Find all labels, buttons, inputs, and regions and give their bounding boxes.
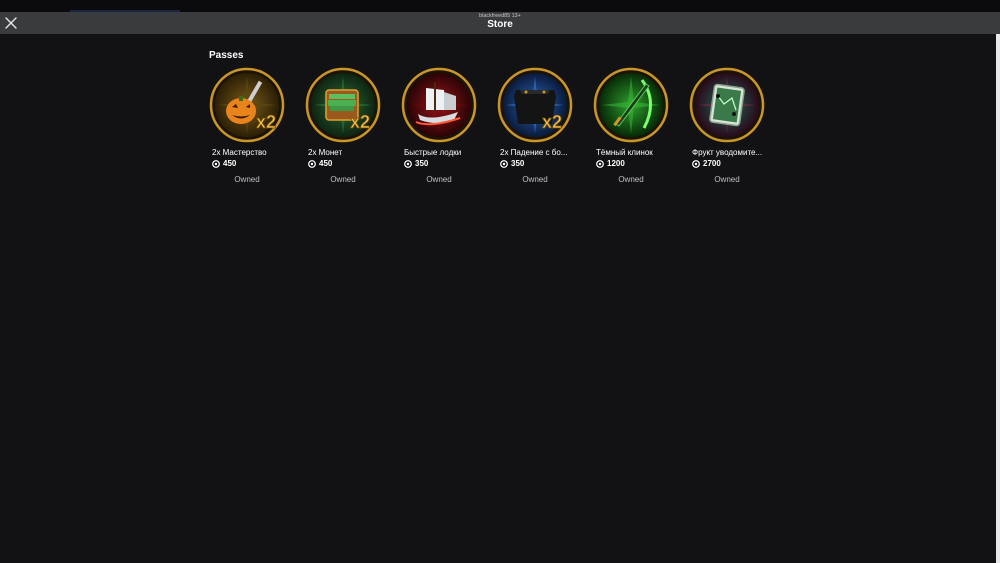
svg-text:x2: x2 <box>542 112 562 132</box>
pass-price: 1200 <box>592 159 670 168</box>
pass-status: Owned <box>522 175 548 184</box>
pass-status: Owned <box>234 175 260 184</box>
pass-name: Быстрые лодки <box>404 148 462 157</box>
cape-drop-icon: x2 <box>497 67 573 143</box>
pass-name: 2x Падение с бо... <box>500 148 568 157</box>
robux-icon <box>404 159 412 168</box>
dark-blade-icon <box>593 67 669 143</box>
pass-name: Тёмный клинок <box>596 148 653 157</box>
pass-price: 450 <box>208 159 286 168</box>
pass-price-value: 450 <box>223 159 237 168</box>
money-chest-icon: x2 <box>305 67 381 143</box>
ship-icon <box>401 67 477 143</box>
pass-price-value: 1200 <box>607 159 625 168</box>
robux-icon <box>692 159 700 168</box>
robux-icon <box>212 159 220 168</box>
pass-status: Owned <box>714 175 740 184</box>
svg-text:x2: x2 <box>256 112 276 132</box>
pass-price-value: 450 <box>319 159 333 168</box>
pass-status: Owned <box>330 175 356 184</box>
pumpkin-mastery-icon: x2 <box>209 67 285 143</box>
pass-price: 350 <box>496 159 574 168</box>
window-title: Store <box>487 19 513 30</box>
top-strip <box>0 0 1000 12</box>
pass-price-value: 2700 <box>703 159 721 168</box>
pass-price-value: 350 <box>511 159 525 168</box>
pass-name: 2x Мастерство <box>212 148 267 157</box>
title-bar: blackfreed85 13+ Store <box>0 12 1000 34</box>
pass-name: 2x Монет <box>308 148 343 157</box>
robux-icon <box>308 159 316 168</box>
pass-name: Фрукт уводомите... <box>692 148 763 157</box>
pass-card[interactable]: x2 2x Мастерство 450 Owned <box>208 66 286 184</box>
fruit-notifier-icon <box>689 67 765 143</box>
pass-status: Owned <box>618 175 644 184</box>
pass-card[interactable]: x2 2x Падение с бо... 350 Owned <box>496 66 574 184</box>
pass-card[interactable]: Быстрые лодки 350 Owned <box>400 66 478 184</box>
pass-price-value: 350 <box>415 159 429 168</box>
pass-price: 2700 <box>688 159 766 168</box>
scrollbar[interactable] <box>996 34 1000 563</box>
passes-list: x2 2x Мастерство 450 Owned x2 2x Монет 4… <box>208 66 766 184</box>
section-title: Passes <box>209 50 244 61</box>
pass-card[interactable]: Фрукт уводомите... 2700 Owned <box>688 66 766 184</box>
pass-status: Owned <box>426 175 452 184</box>
pass-card[interactable]: Тёмный клинок 1200 Owned <box>592 66 670 184</box>
robux-icon <box>500 159 508 168</box>
svg-text:x2: x2 <box>350 112 370 132</box>
robux-icon <box>596 159 604 168</box>
pass-card[interactable]: x2 2x Монет 450 Owned <box>304 66 382 184</box>
pass-price: 350 <box>400 159 478 168</box>
pass-price: 450 <box>304 159 382 168</box>
